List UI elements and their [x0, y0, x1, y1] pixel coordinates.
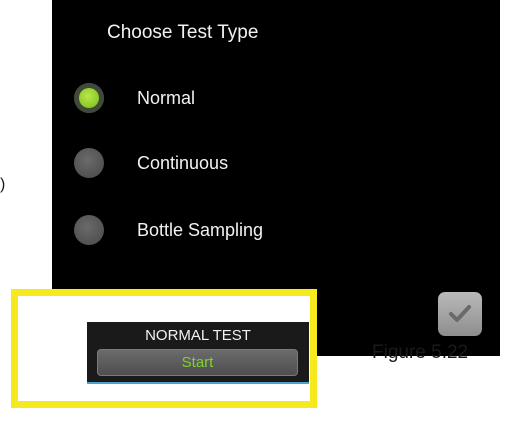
option-label-continuous: Continuous [137, 152, 229, 173]
option-continuous[interactable]: Continuous [74, 145, 404, 181]
checkmark-icon [449, 305, 471, 322]
panel-title: NORMAL TEST [145, 327, 251, 344]
option-bottle-sampling[interactable]: Bottle Sampling [74, 212, 404, 248]
normal-test-panel: NORMAL TEST Start [87, 322, 309, 384]
start-button[interactable]: Start [97, 349, 298, 376]
option-label-bottle-sampling: Bottle Sampling [137, 219, 264, 240]
confirm-button[interactable] [438, 292, 482, 336]
radio-button[interactable] [74, 215, 104, 245]
screen-title: Choose Test Type [107, 22, 259, 43]
margin-paren-mark: ) [0, 176, 6, 193]
option-normal[interactable]: Normal [74, 80, 404, 116]
radio-dot-icon [79, 88, 99, 108]
option-label-normal: Normal [137, 87, 196, 108]
radio-button[interactable] [74, 148, 104, 178]
radio-button-selected[interactable] [74, 83, 104, 113]
figure-caption: Figure 5.22 [372, 342, 469, 363]
